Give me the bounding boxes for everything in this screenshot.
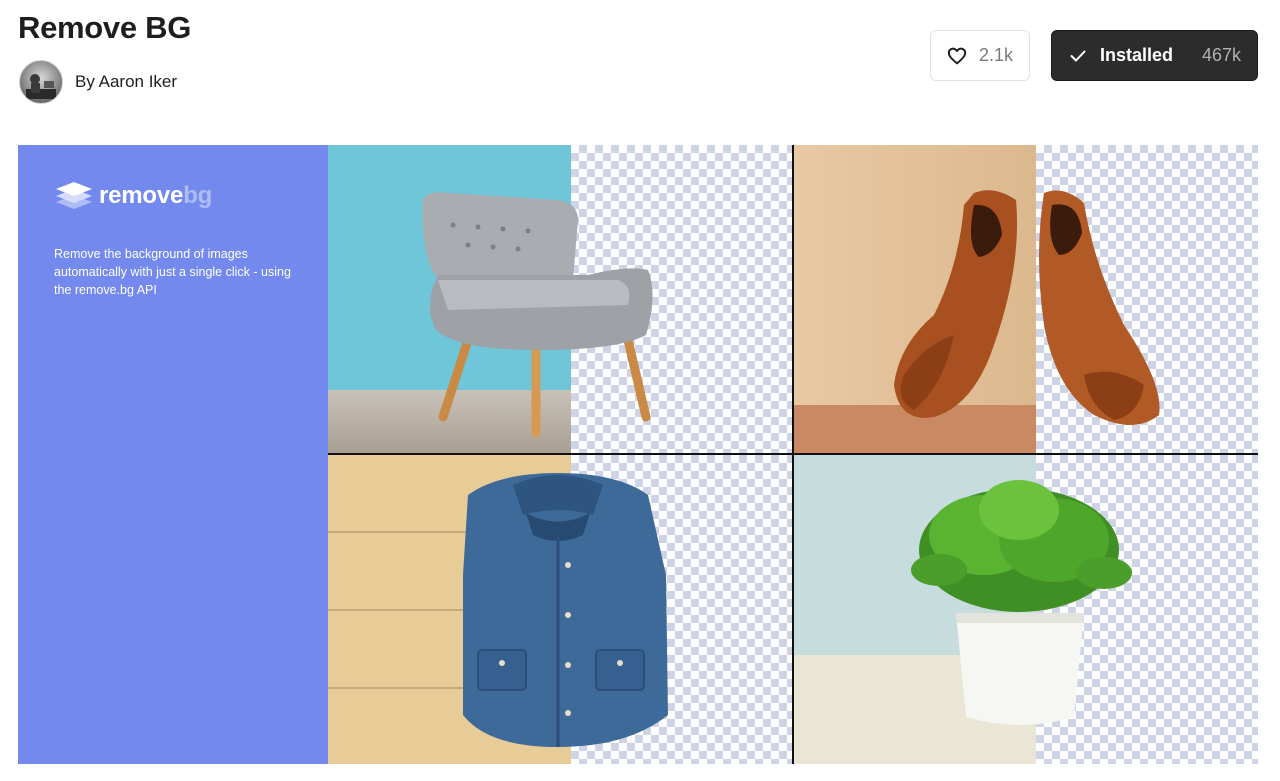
- layers-logo-icon: [56, 182, 92, 209]
- denim-shirt-illustration: [463, 473, 668, 747]
- tile-chair: [328, 145, 793, 454]
- like-count: 2.1k: [978, 45, 1014, 65]
- heart-icon: [947, 47, 967, 64]
- tile-shoes: [794, 145, 1258, 454]
- tile-potted-plant: [794, 455, 1258, 764]
- brand-name-bg: bg: [183, 182, 213, 209]
- author-avatar[interactable]: [19, 60, 63, 104]
- page-title: Remove BG: [18, 10, 192, 45]
- shoes-illustration: [894, 190, 1160, 425]
- chair-illustration: [422, 192, 653, 438]
- brand-panel: removebg Remove the background of images…: [18, 145, 328, 764]
- check-icon: [1070, 50, 1086, 61]
- potted-plant-illustration: [911, 480, 1132, 725]
- install-count: 467k: [1201, 45, 1241, 65]
- removebg-logo: removebg: [54, 181, 212, 211]
- installed-button[interactable]: Installed 467k: [1051, 30, 1258, 81]
- installed-label: Installed: [1100, 45, 1174, 65]
- plugin-cover-image: removebg Remove the background of images…: [18, 145, 1258, 764]
- author-name[interactable]: By Aaron Iker: [75, 72, 177, 92]
- tile-denim-shirt: [328, 455, 793, 764]
- author-row[interactable]: By Aaron Iker: [19, 60, 177, 104]
- like-button[interactable]: 2.1k: [930, 30, 1030, 81]
- grid-divider-horizontal: [328, 453, 1258, 455]
- brand-description: Remove the background of images automati…: [54, 247, 291, 297]
- brand-name-remove: remove: [99, 182, 184, 209]
